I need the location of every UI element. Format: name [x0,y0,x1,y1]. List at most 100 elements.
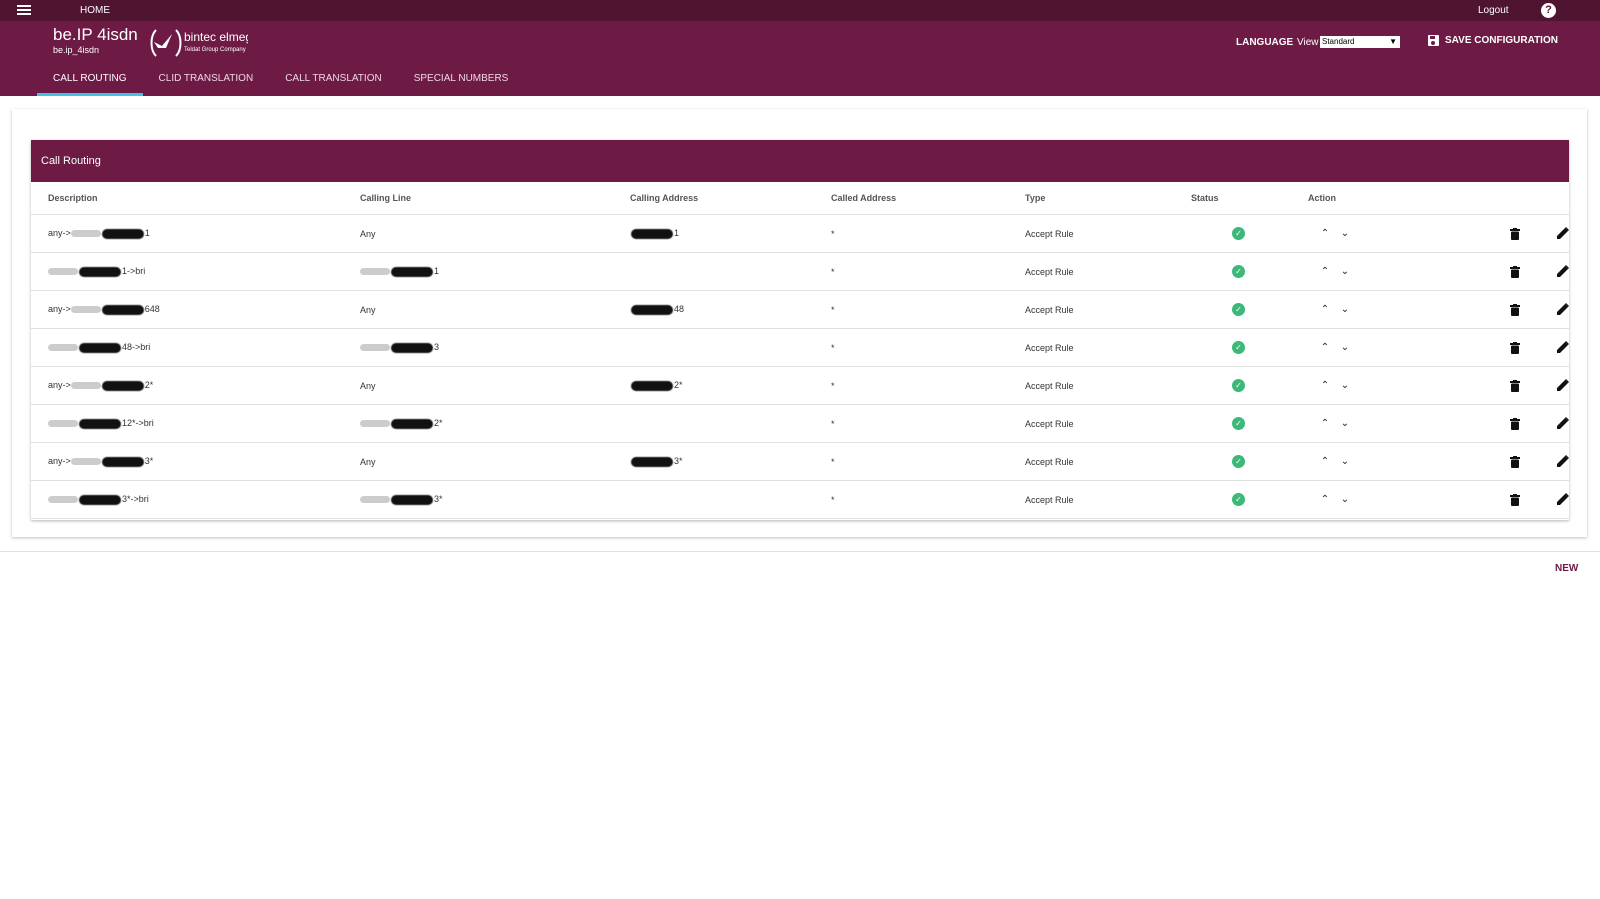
cell-description: 12*->bri [31,404,360,443]
trash-icon[interactable] [1510,304,1520,316]
cell-description: 48->bri [31,328,360,367]
tab-call-routing[interactable]: CALL ROUTING [37,63,143,96]
cell-description: any-> 3* [31,442,360,481]
cell-type: Accept Rule [1025,366,1191,405]
cell-called-address: * [831,366,1025,405]
column-header-calling-line[interactable]: Calling Line [360,182,630,215]
pencil-icon[interactable] [1557,379,1569,391]
redacted-text [79,266,121,277]
save-configuration-button[interactable]: SAVE CONFIGURATION [1428,35,1558,46]
move-up-icon[interactable]: ⌃ [1318,228,1332,239]
trash-icon[interactable] [1510,228,1520,240]
calling-address-suffix: 2* [674,380,683,391]
move-up-icon[interactable]: ⌃ [1318,304,1332,315]
description-prefix: any-> [48,456,71,467]
redacted-text [631,304,673,315]
cell-status: ✓ [1191,252,1308,291]
redacted-text [101,380,144,391]
move-down-icon[interactable]: ⌄ [1338,304,1352,315]
redacted-text [391,494,433,505]
move-down-icon[interactable]: ⌄ [1338,266,1352,277]
description-suffix: 1 [144,228,150,239]
app-title: be.IP 4isdn [53,25,138,44]
column-header-description[interactable]: Description [31,182,360,215]
trash-icon[interactable] [1510,266,1520,278]
cell-status: ✓ [1191,404,1308,443]
app-subtitle: be.ip_4isdn [53,45,100,55]
redacted-text [360,496,390,504]
cell-description: any-> 1 [31,214,360,253]
move-down-icon[interactable]: ⌄ [1338,418,1352,429]
redacted-text [360,420,390,428]
move-up-icon[interactable]: ⌃ [1318,342,1332,353]
move-down-icon[interactable]: ⌄ [1338,494,1352,505]
column-header-status[interactable]: Status [1191,182,1308,215]
table-row: 48->bri 3 * Accept Rule ✓ ⌃ ⌄ [31,328,1569,367]
redacted-text [101,228,144,239]
logout-link[interactable]: Logout [1478,5,1509,16]
move-down-icon[interactable]: ⌄ [1338,228,1352,239]
move-up-icon[interactable]: ⌃ [1318,494,1332,505]
pencil-icon[interactable] [1557,303,1569,315]
new-button[interactable]: NEW [1555,563,1578,574]
redacted-text [48,420,78,428]
move-up-icon[interactable]: ⌃ [1318,456,1332,467]
cell-calling-address [630,404,831,443]
column-header-action: Action [1308,182,1569,215]
trash-icon[interactable] [1510,456,1520,468]
move-up-icon[interactable]: ⌃ [1318,418,1332,429]
calling-line-value: Any [360,228,376,239]
check-circle-icon: ✓ [1232,227,1245,240]
table-row: any-> 2* Any 2* * Accept Rule ✓ ⌃ ⌄ [31,366,1569,405]
cell-called-address: * [831,328,1025,367]
cell-calling-line: 1 [360,252,630,291]
pencil-icon[interactable] [1557,493,1569,505]
view-select[interactable]: Standard ▼ [1320,36,1400,48]
cell-action: ⌃ ⌄ [1308,366,1569,405]
trash-icon[interactable] [1510,342,1520,354]
redacted-text [79,418,121,429]
move-down-icon[interactable]: ⌄ [1338,342,1352,353]
description-suffix: 1->bri [122,266,146,277]
pencil-icon[interactable] [1557,265,1569,277]
cell-action: ⌃ ⌄ [1308,290,1569,329]
home-link[interactable]: HOME [80,5,110,16]
trash-icon[interactable] [1510,418,1520,430]
column-header-called-address[interactable]: Called Address [831,182,1025,215]
tab-special-numbers[interactable]: SPECIAL NUMBERS [398,63,525,96]
redacted-text [48,268,78,276]
help-icon[interactable]: ? [1541,3,1556,18]
trash-icon[interactable] [1510,380,1520,392]
pencil-icon[interactable] [1557,455,1569,467]
tab-clid-translation[interactable]: CLID TRANSLATION [143,63,270,96]
move-up-icon[interactable]: ⌃ [1318,266,1332,277]
calling-line-suffix: 1 [434,266,440,277]
cell-action: ⌃ ⌄ [1308,252,1569,291]
cell-calling-address [630,328,831,367]
column-header-calling-address[interactable]: Calling Address [630,182,831,215]
pencil-icon[interactable] [1557,341,1569,353]
redacted-text [631,456,673,467]
trash-icon[interactable] [1510,494,1520,506]
redacted-text [79,342,121,353]
column-header-type[interactable]: Type [1025,182,1191,215]
calling-address-suffix: 3* [674,456,683,467]
hamburger-menu-icon[interactable] [17,5,31,16]
tab-call-translation[interactable]: CALL TRANSLATION [269,63,398,96]
description-suffix: 2* [144,380,154,391]
cell-called-address: * [831,252,1025,291]
cell-action: ⌃ ⌄ [1308,404,1569,443]
move-down-icon[interactable]: ⌄ [1338,380,1352,391]
view-label: View [1297,37,1319,48]
cell-type: Accept Rule [1025,214,1191,253]
check-circle-icon: ✓ [1232,493,1245,506]
cell-status: ✓ [1191,290,1308,329]
move-down-icon[interactable]: ⌄ [1338,456,1352,467]
pencil-icon[interactable] [1557,417,1569,429]
check-circle-icon: ✓ [1232,455,1245,468]
move-up-icon[interactable]: ⌃ [1318,380,1332,391]
language-button[interactable]: LANGUAGE [1236,37,1293,48]
check-circle-icon: ✓ [1232,379,1245,392]
pencil-icon[interactable] [1557,227,1569,239]
cell-called-address: * [831,442,1025,481]
